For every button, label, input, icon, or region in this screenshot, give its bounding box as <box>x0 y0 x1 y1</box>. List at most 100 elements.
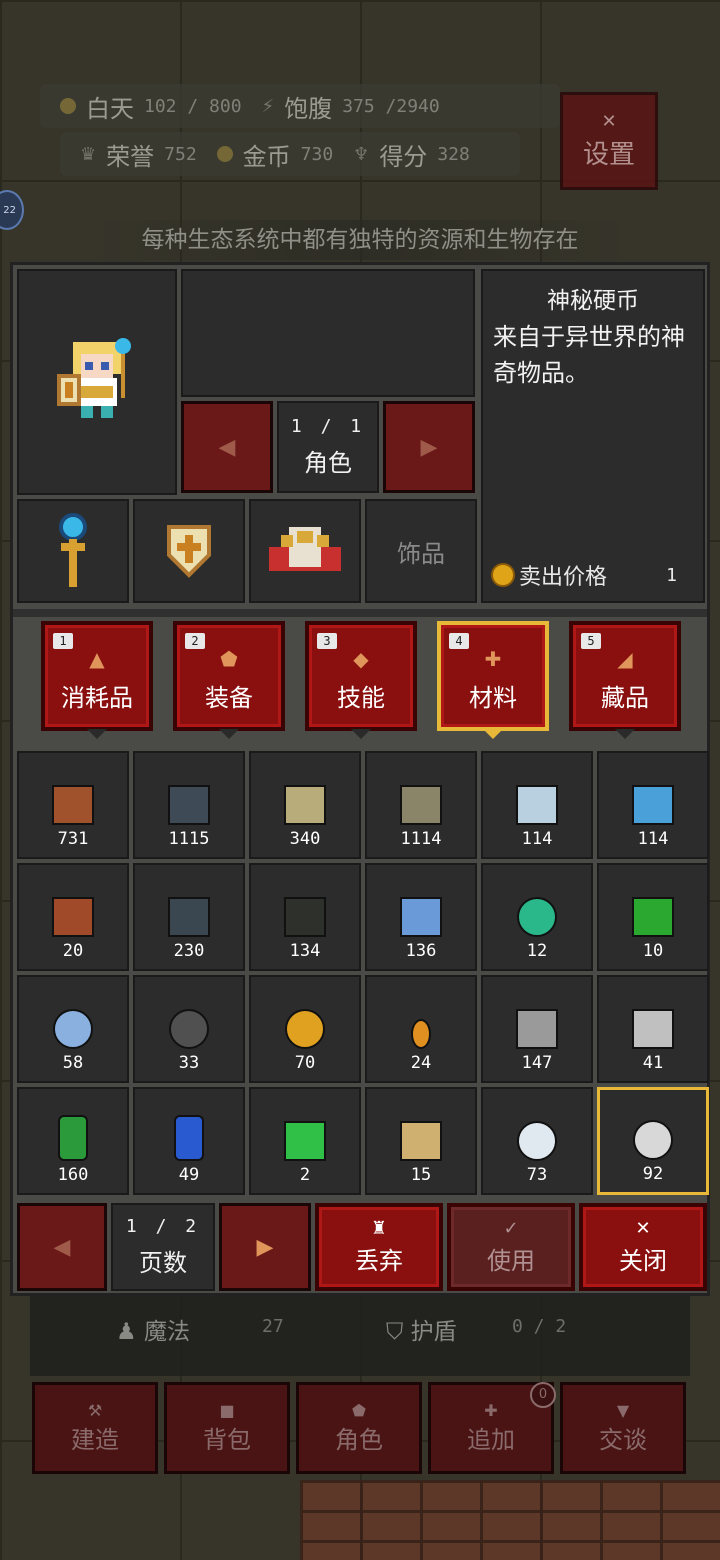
inventory-slot[interactable]: 114 <box>481 751 593 859</box>
tab-skills[interactable]: 3 ◆ 技能 <box>305 621 417 731</box>
wrench-icon: ✕ <box>601 111 617 132</box>
accessory-label: 饰品 <box>397 539 445 568</box>
inventory-slot[interactable]: 49 <box>133 1087 245 1195</box>
weapon-slot[interactable] <box>17 499 129 603</box>
nav-talk[interactable]: ▼ 交谈 <box>560 1382 686 1474</box>
coal-ore-icon <box>169 1009 209 1049</box>
item-count: 114 <box>521 829 553 849</box>
inventory-slot[interactable]: 340 <box>249 751 361 859</box>
inventory-slot[interactable]: 73 <box>481 1087 593 1195</box>
gold-value: 730 <box>300 143 334 165</box>
left-arrow-icon: ◀ <box>218 434 236 460</box>
nav-bag-label: 背包 <box>203 1426 251 1454</box>
item-count: 92 <box>642 1164 664 1184</box>
discard-button[interactable]: ♜ 丢弃 <box>315 1203 443 1291</box>
nav-build-label: 建造 <box>71 1426 119 1454</box>
inventory-slot[interactable]: 10 <box>597 863 709 971</box>
inventory-slot[interactable]: 160 <box>17 1087 129 1195</box>
item-name: 神秘硬币 <box>547 288 639 314</box>
inventory-slot[interactable]: 41 <box>597 975 709 1083</box>
sell-price-value: 1 <box>666 564 677 586</box>
satiety-icon: ⚡ <box>261 95 275 117</box>
item-count: 12 <box>526 941 548 961</box>
nav-bag[interactable]: ■ 背包 <box>164 1382 290 1474</box>
item-count: 24 <box>410 1053 432 1073</box>
tab-equipment[interactable]: 2 ⬟ 装备 <box>173 621 285 731</box>
inventory-slot[interactable]: 58 <box>17 975 129 1083</box>
mushroom-icon <box>517 1121 557 1161</box>
score-value: 328 <box>437 143 470 165</box>
use-label: 使用 <box>487 1247 535 1275</box>
tab-indicator <box>351 729 371 739</box>
tab-consumables[interactable]: 1 ▲ 消耗品 <box>41 621 153 731</box>
accessory-slot[interactable]: 饰品 <box>365 499 477 603</box>
inventory-slot[interactable]: 12 <box>481 863 593 971</box>
inventory-slot[interactable]: 134 <box>249 863 361 971</box>
slime-cube-icon <box>632 897 674 937</box>
inventory-slot[interactable]: 33 <box>133 975 245 1083</box>
nav-build[interactable]: ⚒ 建造 <box>32 1382 158 1474</box>
day-label: 白天 <box>86 94 134 123</box>
character-prev-button[interactable]: ◀ <box>181 401 273 493</box>
nav-character-label: 角色 <box>335 1426 383 1454</box>
character-next-button[interactable]: ▶ <box>383 401 475 493</box>
tab-label: 藏品 <box>601 684 649 712</box>
gold-label: 金币 <box>242 142 291 171</box>
item-count: 15 <box>410 1165 432 1185</box>
shield-slot[interactable] <box>133 499 245 603</box>
inventory-slot[interactable]: 731 <box>17 751 129 859</box>
tab-label: 装备 <box>205 684 253 712</box>
tab-label: 消耗品 <box>61 684 133 712</box>
inventory-slot[interactable]: 20 <box>17 863 129 971</box>
trophy-icon: ♆ <box>353 143 370 165</box>
item-count: 73 <box>526 1165 548 1185</box>
page-number: 1 / 2 <box>125 1216 201 1237</box>
green-crystals-icon <box>284 1121 326 1161</box>
sun-icon <box>60 98 76 114</box>
sandstone-block-icon <box>400 785 442 825</box>
tab-collections[interactable]: 5 ◢ 藏品 <box>569 621 681 731</box>
tab-materials[interactable]: 4 ✚ 材料 <box>437 621 549 731</box>
inventory-slot[interactable]: 147 <box>481 975 593 1083</box>
emerald-icon <box>58 1115 88 1161</box>
character-icon: ⬟ <box>352 1401 366 1420</box>
amber-shard-icon <box>411 1019 431 1049</box>
honor-label: 荣誉 <box>106 142 155 171</box>
item-count: 731 <box>57 829 89 849</box>
use-button[interactable]: ✓ 使用 <box>447 1203 575 1291</box>
item-count: 160 <box>57 1165 89 1185</box>
inventory-slot[interactable]: 136 <box>365 863 477 971</box>
hud-score-row: ♛ 荣誉 752 金币 730 ♆ 得分 328 <box>60 132 520 176</box>
glass-block-icon <box>400 897 442 937</box>
tab-number: 2 <box>185 633 205 649</box>
close-button[interactable]: ✕ 关闭 <box>579 1203 707 1291</box>
magic-icon: ♟ <box>116 1319 137 1345</box>
nav-character[interactable]: ⬟ 角色 <box>296 1382 422 1474</box>
inventory-slot[interactable]: 92 <box>597 1087 709 1195</box>
cross-icon: ✚ <box>484 647 502 671</box>
stone-brick-icon <box>168 897 210 937</box>
armor-slot[interactable] <box>249 499 361 603</box>
shield-icon: ⛉ <box>386 1319 404 1345</box>
panel-divider <box>13 609 707 617</box>
inventory-slot[interactable]: 24 <box>365 975 477 1083</box>
item-count: 340 <box>289 829 321 849</box>
item-count: 33 <box>178 1053 200 1073</box>
hero-sprite-icon <box>57 338 131 418</box>
inventory-slot[interactable]: 1114 <box>365 751 477 859</box>
tab-label: 材料 <box>469 684 517 712</box>
ice-block-icon <box>516 785 558 825</box>
settings-button[interactable]: ✕ 设置 <box>560 92 658 190</box>
item-description-box: 神秘硬币 来自于异世界的神奇物品。 卖出价格 1 <box>481 269 705 603</box>
inventory-slot[interactable]: 230 <box>133 863 245 971</box>
inventory-slot[interactable]: 114 <box>597 751 709 859</box>
character-name-box <box>181 269 475 397</box>
inventory-slot[interactable]: 2 <box>249 1087 361 1195</box>
inventory-slot[interactable]: 1115 <box>133 751 245 859</box>
inventory-slot[interactable]: 70 <box>249 975 361 1083</box>
armor-icon <box>269 527 341 571</box>
inventory-slot[interactable]: 15 <box>365 1087 477 1195</box>
dirt-block-icon <box>52 785 94 825</box>
page-next-button[interactable]: ▶ <box>219 1203 311 1291</box>
page-prev-button[interactable]: ◀ <box>17 1203 107 1291</box>
